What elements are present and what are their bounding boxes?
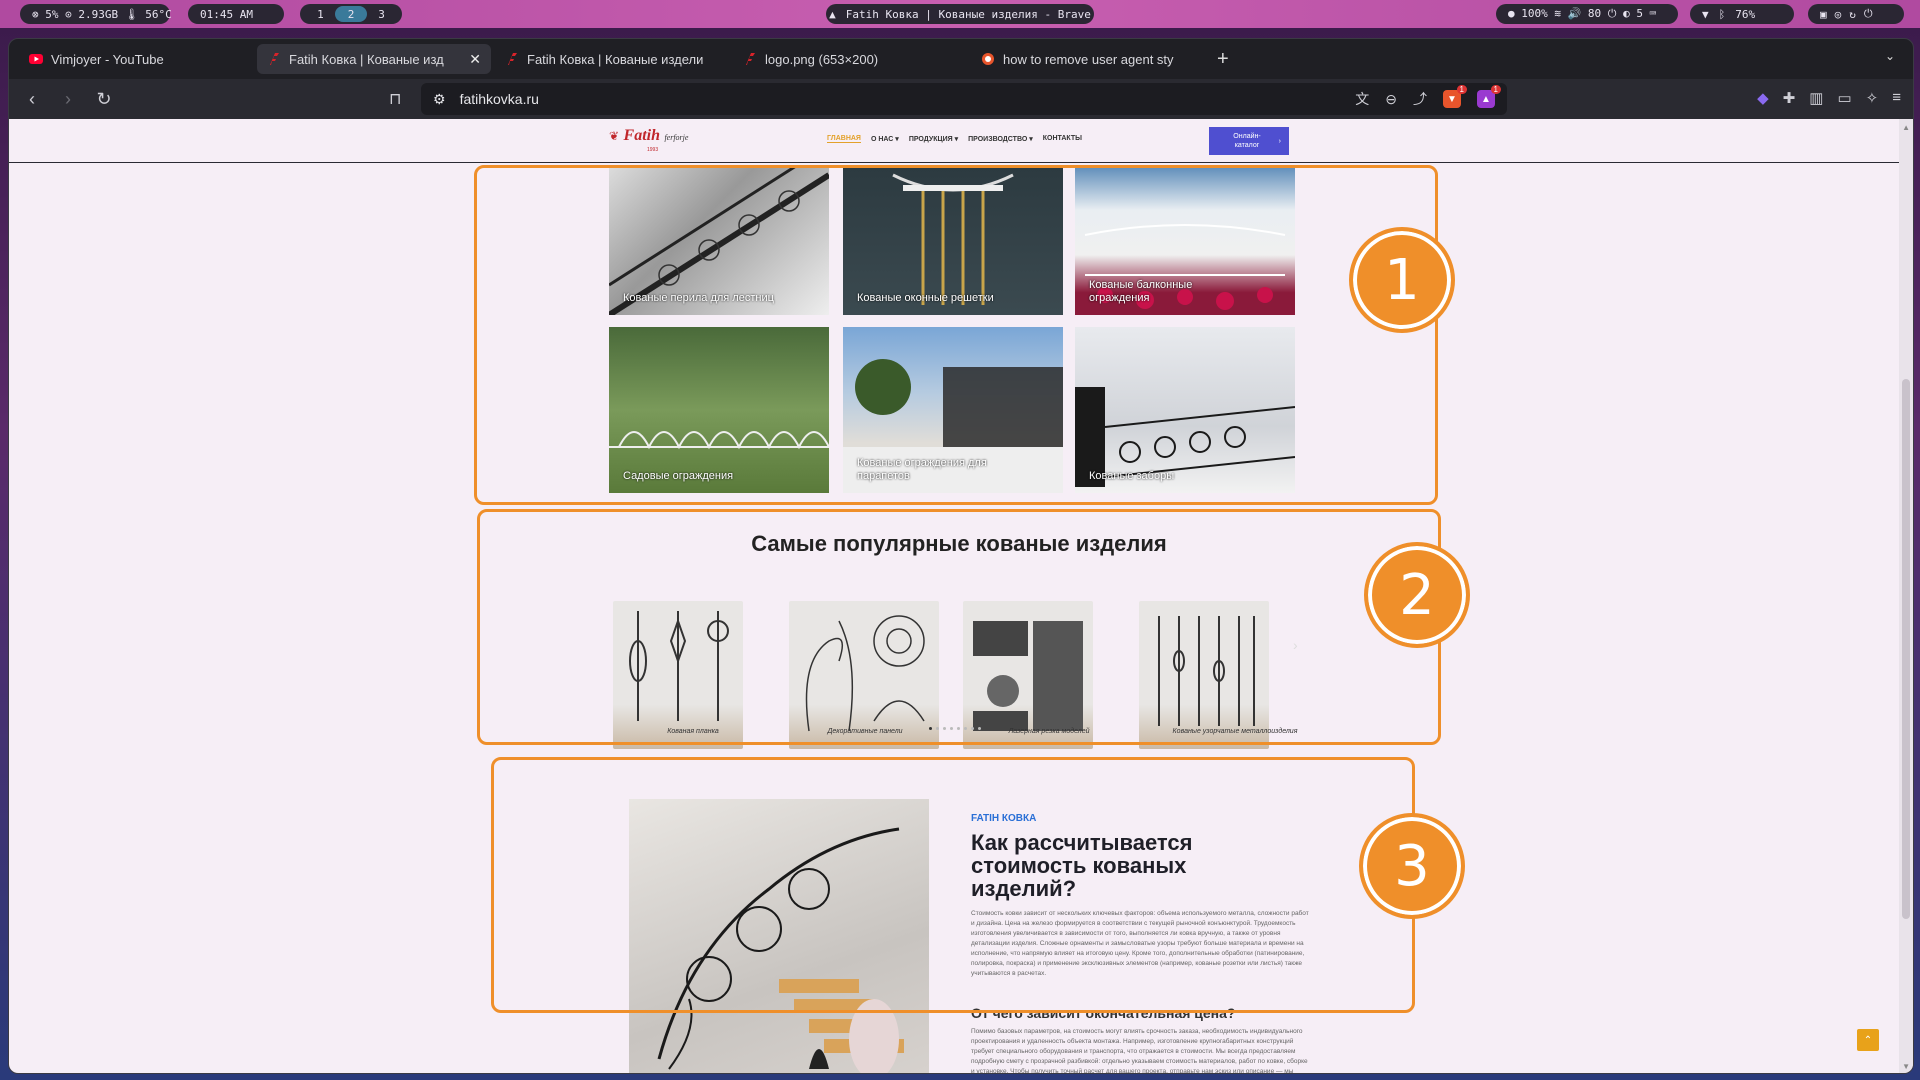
- annotation-box-1: [474, 165, 1438, 505]
- chevron-right-icon: ›: [1278, 137, 1281, 145]
- translate-icon[interactable]: 文: [1355, 89, 1369, 109]
- leo-icon[interactable]: ✧: [1866, 89, 1879, 107]
- share-icon[interactable]: ⤴: [1413, 89, 1427, 109]
- leo-ai-icon[interactable]: ◆: [1757, 89, 1769, 107]
- youtube-icon: [29, 54, 43, 64]
- system-tray[interactable]: ● 100% ≋ 🔊 80 ⏻ ◐ 5 ⌨: [1496, 4, 1678, 24]
- system-stats: ⊗ 5% ⊙ 2.93GB 🌡 56°C: [20, 4, 172, 24]
- nav-production[interactable]: ПРОИЗВОДСТВО ▾: [968, 135, 1033, 143]
- fatih-icon: [508, 53, 517, 65]
- scroll-up-icon[interactable]: ▲: [1902, 123, 1910, 132]
- lock-icon[interactable]: ▣: [1820, 8, 1827, 21]
- forward-button[interactable]: ›: [57, 89, 79, 110]
- workspace-switcher[interactable]: 1 2 3: [300, 4, 402, 24]
- new-tab-button[interactable]: +: [1217, 48, 1229, 71]
- browser-window: Vimjoyer - YouTube Fatih Ковка | Кованые…: [8, 38, 1914, 1074]
- back-button[interactable]: ‹: [21, 89, 43, 110]
- workspace-3[interactable]: 3: [373, 6, 390, 22]
- workspace-1[interactable]: 1: [312, 6, 329, 22]
- brave-icon: ▲: [829, 7, 836, 21]
- reload-button[interactable]: ↻: [93, 89, 115, 110]
- brave-search-icon: [982, 53, 994, 65]
- tab-strip: Vimjoyer - YouTube Fatih Ковка | Кованые…: [9, 39, 1913, 79]
- online-catalog-button[interactable]: Онлайн-каталог ›: [1209, 127, 1289, 155]
- zoom-icon[interactable]: ⊖: [1385, 91, 1397, 108]
- brave-rewards-icon[interactable]: ▲ 1: [1477, 85, 1501, 108]
- address-bar[interactable]: ⚙ fatihkovka.ru 文 ⊖ ⤴ ▼ 1 ▲ 1: [421, 83, 1507, 115]
- sidebar-icon[interactable]: ▥: [1809, 89, 1823, 107]
- logo-emblem-icon: ❦: [609, 129, 620, 143]
- tab-list-chevron-icon[interactable]: ⌄: [1885, 49, 1895, 63]
- fatih-icon: [746, 53, 755, 65]
- scroll-to-top-button[interactable]: ⌃: [1857, 1029, 1879, 1051]
- scrollbar-thumb[interactable]: [1902, 379, 1910, 919]
- page-scrollbar[interactable]: ▲ ▼: [1899, 119, 1913, 1073]
- site-header: ❦ Fatih ferforje 1993 ГЛАВНАЯ О НАС ▾ ПР…: [9, 119, 1899, 163]
- workspace-2[interactable]: 2: [334, 6, 368, 22]
- site-nav: ГЛАВНАЯ О НАС ▾ ПРОДУКЦИЯ ▾ ПРОИЗВОДСТВО…: [827, 135, 1082, 143]
- page-viewport: ❦ Fatih ferforje 1993 ГЛАВНАЯ О НАС ▾ ПР…: [9, 119, 1913, 1074]
- site-settings-icon[interactable]: ⚙: [433, 91, 446, 108]
- url-text[interactable]: fatihkovka.ru: [460, 91, 1342, 107]
- power-menu[interactable]: ▣ ◎ ↻ ⏻: [1808, 4, 1904, 24]
- active-window-title: ▲ Fatih Ковка | Кованые изделия - Brave: [826, 4, 1094, 24]
- wifi-icon: ▼: [1702, 7, 1709, 21]
- reboot-icon[interactable]: ↻: [1849, 8, 1856, 21]
- bluetooth-icon: ᛒ: [1718, 7, 1726, 21]
- nav-contacts[interactable]: КОНТАКТЫ: [1043, 135, 1082, 143]
- scroll-down-icon[interactable]: ▼: [1902, 1062, 1910, 1071]
- power-icon[interactable]: ⏻: [1864, 7, 1873, 21]
- brave-shields-icon[interactable]: ▼ 1: [1443, 85, 1467, 108]
- tab-search[interactable]: how to remove user agent sty: [971, 44, 1205, 74]
- article-paragraph-2: Помимо базовых параметров, на стоимость …: [971, 1028, 1308, 1074]
- wallet-icon[interactable]: ▭: [1837, 89, 1851, 107]
- logout-icon[interactable]: ◎: [1835, 8, 1842, 21]
- browser-actions: ◆ ✚ ▥ ▭ ✧ ≡: [1757, 89, 1901, 107]
- annotation-marker-1: 1: [1349, 227, 1455, 333]
- nav-products[interactable]: ПРОДУКЦИЯ ▾: [909, 135, 958, 143]
- tab-youtube[interactable]: Vimjoyer - YouTube: [19, 44, 253, 74]
- battery-indicator: ▼ ᛒ 76%: [1690, 4, 1794, 24]
- annotation-marker-3: 3: [1359, 813, 1465, 919]
- annotation-box-2: [477, 509, 1441, 745]
- annotation-marker-2: 2: [1364, 542, 1470, 648]
- tab-fatih-2[interactable]: Fatih Ковка | Кованые издели: [495, 44, 729, 74]
- tab-logo-png[interactable]: logo.png (653×200): [733, 44, 967, 74]
- nav-about[interactable]: О НАС ▾: [871, 135, 899, 143]
- close-tab-icon[interactable]: ✕: [469, 51, 481, 68]
- nav-home[interactable]: ГЛАВНАЯ: [827, 135, 861, 143]
- clock: 01:45 AM: [188, 4, 284, 24]
- fatih-icon: [270, 53, 279, 65]
- tab-fatih-active[interactable]: Fatih Ковка | Кованые изд ✕: [257, 44, 491, 74]
- menu-icon[interactable]: ≡: [1892, 89, 1901, 107]
- site-logo[interactable]: ❦ Fatih ferforje 1993: [609, 127, 699, 153]
- bookmark-icon[interactable]: ⊓: [389, 89, 401, 109]
- wm-top-bar: ⊗ 5% ⊙ 2.93GB 🌡 56°C 01:45 AM 1 2 3 ▲ Fat…: [0, 0, 1920, 28]
- annotation-box-3: [491, 757, 1415, 1013]
- extensions-icon[interactable]: ✚: [1783, 89, 1796, 107]
